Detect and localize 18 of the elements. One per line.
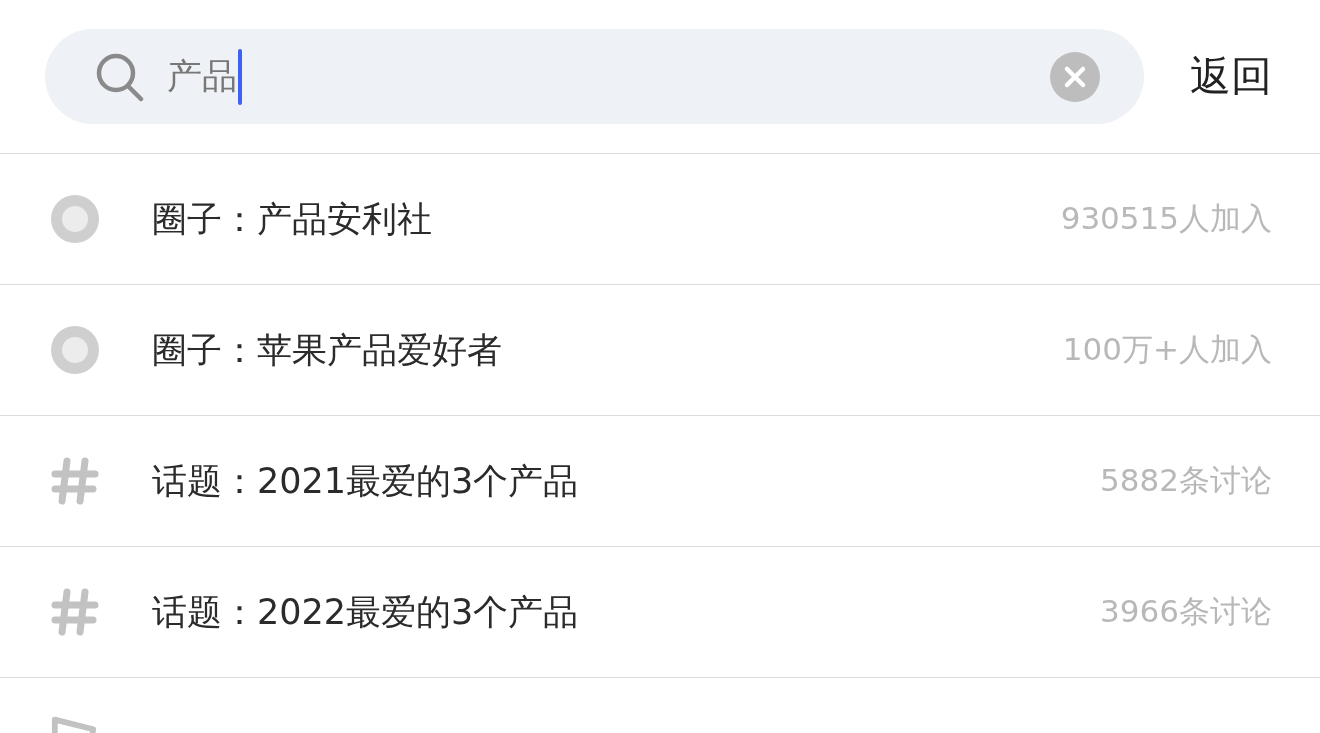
back-button[interactable]: 返回 [1190, 49, 1272, 104]
hash-icon [51, 457, 99, 505]
text-cursor [238, 48, 242, 105]
circle-icon [51, 326, 99, 374]
clear-icon[interactable] [1050, 51, 1100, 102]
result-count: 100万+人加入 [1062, 330, 1272, 369]
hash-icon [51, 588, 99, 636]
result-count: 930515人加入 [1060, 199, 1272, 238]
result-title[interactable]: 话题：2022最爱的3个产品 [152, 588, 1101, 636]
search-field[interactable]: 产品 [45, 29, 1144, 124]
search-icon [95, 51, 145, 102]
result-count: 3966条讨论 [1100, 592, 1272, 631]
result-title[interactable]: 话题：2021最爱的3个产品 [152, 457, 1101, 505]
result-title[interactable]: 圈子：苹果产品爱好者 [152, 326, 1063, 374]
circle-icon [51, 195, 99, 243]
result-count: 5882条讨论 [1100, 461, 1272, 500]
search-text: 产品 [167, 55, 237, 98]
result-title[interactable]: 圈子：产品安利社 [152, 195, 1061, 243]
